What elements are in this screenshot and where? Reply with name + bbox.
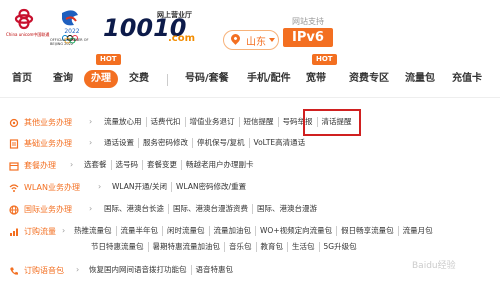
site-brand-domain: .com — [168, 33, 196, 44]
document-icon — [9, 139, 19, 149]
region-selector[interactable]: 山东 — [223, 30, 279, 50]
nav-home[interactable]: 首页 — [12, 66, 32, 92]
package-icon — [9, 162, 19, 171]
nav-recharge-card[interactable]: 充值卡 — [452, 66, 482, 92]
main-nav: 首页 查询 办理 HOT 交费 号码/套餐 手机/配件 宽带 HOT 资费专区 … — [0, 54, 500, 92]
region-name: 山东 — [246, 37, 266, 48]
menu-link[interactable]: 流量月包 — [397, 226, 437, 236]
nav-query[interactable]: 查询 — [53, 66, 73, 92]
menu-link[interactable]: 暑期特惠流量加油包 — [147, 242, 225, 252]
menu-category[interactable]: 基础业务办理 — [24, 138, 72, 149]
nav-divider — [167, 74, 168, 86]
menu-link[interactable]: 选号码 — [110, 160, 143, 170]
menu-link[interactable]: 短信提醒 — [238, 117, 278, 127]
menu-category[interactable]: 订购语音包 — [24, 265, 64, 276]
chevron-right-icon: › — [89, 117, 93, 126]
chevron-right-icon: › — [70, 160, 74, 169]
data-traffic-icon — [10, 228, 18, 236]
menu-link[interactable]: 语音特惠包 — [190, 265, 238, 275]
chevron-right-icon: › — [62, 226, 66, 235]
nav-broadband[interactable]: 宽带 — [306, 66, 326, 92]
menu-link[interactable]: 畅越老用户办理副卡 — [181, 160, 258, 170]
globe-icon — [9, 205, 19, 215]
olympic-partner-text: OFFICIAL PARTNER OF BEIJING 2022 — [50, 38, 89, 46]
menu-link[interactable]: 音乐包 — [224, 242, 256, 252]
menu-category[interactable]: 其他业务办理 — [24, 117, 72, 128]
chevron-right-icon: › — [89, 204, 93, 213]
menu-category[interactable]: 订购流量 — [24, 226, 56, 237]
menu-link[interactable]: WO+视频定向流量包 — [255, 226, 336, 236]
nav-phone-accessory[interactable]: 手机/配件 — [247, 66, 291, 92]
nav-pay[interactable]: 交费 — [129, 66, 149, 92]
menu-link[interactable]: 停机保号/复机 — [192, 138, 249, 148]
menu-link[interactable]: 生活包 — [287, 242, 319, 252]
menu-link[interactable]: 服务密码修改 — [138, 138, 192, 148]
svg-text:2022: 2022 — [64, 28, 79, 35]
menu-link[interactable]: 国际、港澳台漫游 — [252, 204, 321, 214]
menu-link[interactable]: 国际、港澳台漫游资费 — [168, 204, 252, 214]
menu-link[interactable]: 假日畅享流量包 — [336, 226, 398, 236]
hot-badge: HOT — [96, 54, 121, 65]
menu-link[interactable]: 5G升级包 — [318, 242, 361, 252]
menu-link[interactable]: 国际、港澳台长途 — [100, 204, 168, 214]
nav-tariff-zone[interactable]: 资费专区 — [349, 66, 389, 92]
chevron-down-icon — [269, 38, 275, 42]
menu-link[interactable]: WLAN开通/关闭 — [108, 182, 171, 192]
support-label: 网站支持 — [292, 17, 324, 26]
chevron-right-icon: › — [98, 182, 102, 191]
menu-link[interactable]: 通话设置 — [100, 138, 138, 148]
site-brand-subtitle: 网上营业厅 — [157, 11, 192, 19]
watermark: Baidu经验 — [412, 261, 456, 271]
nav-data-pack[interactable]: 流量包 — [405, 66, 435, 92]
menu-link[interactable]: 流量加油包 — [208, 226, 256, 236]
china-unicom-logo[interactable] — [8, 6, 40, 34]
chevron-right-icon: › — [89, 138, 93, 147]
menu-link[interactable]: 选套餐 — [80, 160, 111, 170]
nav-handle[interactable]: 办理 — [84, 70, 118, 88]
highlight-box — [303, 109, 361, 136]
menu-link[interactable]: 恢复国内网间语音拨打功能包 — [85, 265, 191, 275]
menu-category[interactable]: 套餐办理 — [24, 160, 56, 171]
phone-icon — [10, 267, 18, 275]
menu-link[interactable]: 闲时流量包 — [162, 226, 209, 236]
nav-number-plan[interactable]: 号码/套餐 — [185, 66, 229, 92]
menu-items: 国际、港澳台长途 国际、港澳台漫游资费 国际、港澳台漫游 — [100, 204, 321, 214]
menu-link[interactable]: 套餐变更 — [142, 160, 181, 170]
china-unicom-wordmark: China unicom中国联通 — [6, 32, 50, 37]
menu-link[interactable]: 流量放心用 — [100, 117, 146, 127]
menu-items: WLAN开通/关闭 WLAN密码修改/重置 — [108, 182, 250, 192]
header: China unicom中国联通 2022 OFFICIAL PARTNER O… — [0, 0, 500, 62]
menu-items: 节日特惠流量包 暑期特惠流量加油包 音乐包 教育包 生活包 5G升级包 — [87, 242, 361, 252]
menu-items: 热推流量包 流量半年包 闲时流量包 流量加油包 WO+视频定向流量包 假日畅享流量包 流量月… — [70, 226, 437, 236]
hot-badge: HOT — [312, 54, 337, 65]
menu-items: 通话设置 服务密码修改 停机保号/复机 VoLTE高清通话 — [100, 138, 309, 148]
menu-link[interactable]: 教育包 — [255, 242, 288, 252]
gear-icon — [9, 118, 19, 128]
menu-category[interactable]: 国际业务办理 — [24, 204, 72, 215]
location-pin-icon — [229, 32, 242, 45]
menu-link[interactable]: 话费代扣 — [145, 117, 185, 127]
menu-category[interactable]: WLAN业务办理 — [24, 182, 80, 193]
ipv6-badge: IPv6 — [283, 28, 333, 47]
nav-bottom-divider — [0, 97, 500, 98]
menu-link[interactable]: WLAN密码修改/重置 — [171, 182, 250, 192]
chevron-right-icon: › — [76, 265, 80, 274]
menu-link[interactable]: 节日特惠流量包 — [87, 242, 148, 252]
menu-link[interactable]: VoLTE高清通话 — [248, 138, 310, 148]
wifi-icon — [9, 184, 19, 192]
menu-items: 选套餐 选号码 套餐变更 畅越老用户办理副卡 — [80, 160, 258, 170]
menu-link[interactable]: 流量半年包 — [115, 226, 163, 236]
menu-link[interactable]: 热推流量包 — [70, 226, 116, 236]
menu-link[interactable]: 增值业务退订 — [184, 117, 239, 127]
menu-items: 恢复国内网间语音拨打功能包 语音特惠包 — [85, 265, 237, 275]
